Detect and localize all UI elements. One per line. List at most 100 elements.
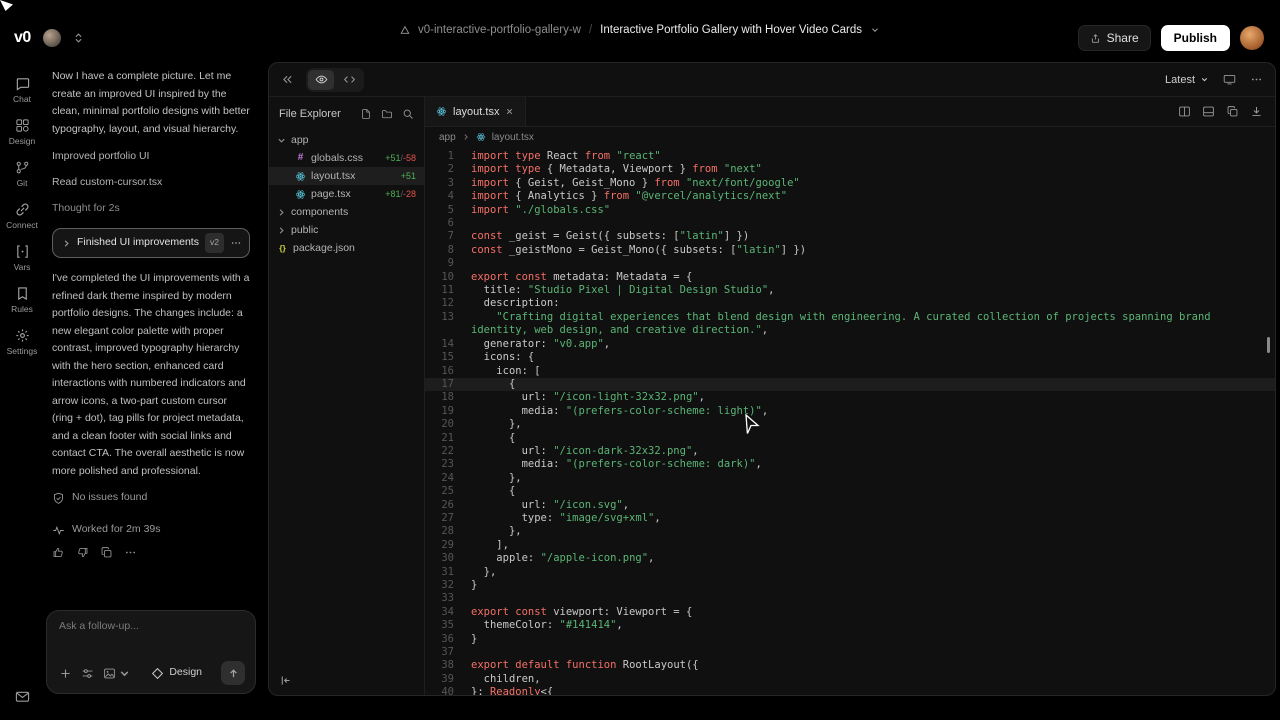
line-content: },	[471, 566, 1275, 579]
rail-item-settings[interactable]: Settings	[2, 324, 42, 360]
line-content: type: "image/svg+xml",	[471, 512, 1275, 525]
split-editor-icon[interactable]	[1178, 105, 1191, 118]
line-content: themeColor: "#141414",	[471, 619, 1275, 632]
code-view-button[interactable]	[336, 70, 362, 90]
code-line-9: 9	[425, 257, 1275, 270]
chat-step[interactable]: Improved portfolio UI	[52, 144, 250, 170]
line-number: 28	[425, 525, 471, 538]
design-icon	[15, 118, 30, 133]
tree-folder-app[interactable]: app	[269, 131, 424, 149]
rail-items: Chat Design Git Connect Vars Rules Settings	[2, 72, 42, 360]
workbench-toolbar: Latest	[269, 63, 1275, 97]
tree-folder-public[interactable]: public	[269, 221, 424, 239]
new-folder-icon[interactable]	[381, 108, 393, 120]
code-line-38: 38export default function RootLayout({	[425, 659, 1275, 672]
chevron-down-icon[interactable]	[870, 25, 880, 35]
tree-file-package.json[interactable]: {}package.json	[269, 239, 424, 257]
device-preview-icon[interactable]	[1223, 73, 1236, 86]
share-button[interactable]: Share	[1078, 25, 1151, 51]
download-icon[interactable]	[1250, 105, 1263, 118]
code-area[interactable]: 1import type React from "react"2import t…	[425, 147, 1275, 695]
react-file-icon	[436, 106, 447, 117]
diff-stats: +51	[401, 171, 416, 181]
new-file-icon[interactable]	[360, 108, 372, 120]
task-card-label: Finished UI improvements	[77, 234, 199, 252]
chat-title[interactable]: Interactive Portfolio Gallery with Hover…	[600, 24, 862, 36]
code-line-25: 25 {	[425, 485, 1275, 498]
workspace-switcher-icon[interactable]	[73, 32, 84, 44]
rail-item-rules[interactable]: Rules	[2, 282, 42, 318]
rail-item-git[interactable]: Git	[2, 156, 42, 192]
line-content	[471, 257, 1275, 270]
line-number: 36	[425, 633, 471, 646]
line-content: },	[471, 472, 1275, 485]
v0-logo[interactable]: v0	[14, 29, 31, 47]
line-content: import type { Metadata, Viewport } from …	[471, 163, 1275, 176]
attach-plus-icon[interactable]	[59, 667, 72, 680]
tree-folder-components[interactable]: components	[269, 203, 424, 221]
chat-step[interactable]: Thought for 2s	[52, 196, 250, 222]
line-content: children,	[471, 673, 1275, 686]
project-name[interactable]: v0-interactive-portfolio-gallery-w	[418, 24, 581, 36]
breadcrumb-file[interactable]: layout.tsx	[492, 132, 534, 143]
rail-item-design[interactable]: Design	[2, 114, 42, 150]
collapse-sidebar-icon[interactable]	[279, 674, 292, 687]
code-line-32: 32}	[425, 579, 1275, 592]
code-line-37: 37	[425, 646, 1275, 659]
line-content: const _geistMono = Geist_Mono({ subsets:…	[471, 244, 1275, 257]
line-content: import { Geist, Geist_Mono } from "next/…	[471, 177, 1275, 190]
line-number: 23	[425, 458, 471, 471]
rail-item-connect[interactable]: Connect	[2, 198, 42, 234]
chevron-right-icon	[277, 226, 286, 235]
followup-input[interactable]	[59, 620, 245, 632]
rail-item-chat[interactable]: Chat	[2, 72, 42, 108]
thumbs-down-icon[interactable]	[76, 546, 89, 559]
search-icon[interactable]	[402, 108, 414, 120]
image-attach-icon[interactable]	[103, 667, 131, 680]
chat-step[interactable]: Read custom-cursor.tsx	[52, 170, 250, 196]
preview-eye-button[interactable]	[308, 70, 334, 90]
line-number: 17	[425, 378, 471, 391]
task-more-icon[interactable]	[230, 237, 242, 249]
close-tab-icon[interactable]	[505, 107, 514, 116]
user-avatar[interactable]	[1240, 26, 1264, 50]
code-line-13: 13 "Crafting digital experiences that bl…	[425, 311, 1275, 338]
tab-layout-tsx[interactable]: layout.tsx	[425, 97, 526, 126]
panel-more-icon[interactable]	[1250, 73, 1263, 86]
settings-sliders-icon[interactable]	[81, 667, 94, 680]
code-line-7: 7const _geist = Geist({ subsets: ["latin…	[425, 230, 1275, 243]
line-content: {	[471, 378, 1275, 391]
more-actions-icon[interactable]	[124, 546, 137, 559]
line-content: generator: "v0.app",	[471, 338, 1275, 351]
tree-file-globals.css[interactable]: #globals.css+51/-58	[269, 149, 424, 167]
line-number: 35	[425, 619, 471, 632]
line-number: 27	[425, 512, 471, 525]
tree-file-page.tsx[interactable]: page.tsx+81/-28	[269, 185, 424, 203]
workspace-avatar[interactable]	[43, 29, 61, 47]
design-mode-button[interactable]: Design	[151, 664, 202, 682]
thumbs-up-icon[interactable]	[52, 546, 65, 559]
connect-icon	[15, 202, 30, 217]
rail-item-vars[interactable]: Vars	[2, 240, 42, 276]
breadcrumb-folder[interactable]: app	[439, 132, 456, 143]
send-button[interactable]	[221, 661, 245, 685]
copy-file-icon[interactable]	[1226, 105, 1239, 118]
chevrons-left-icon[interactable]	[281, 73, 294, 86]
rules-icon	[15, 286, 30, 301]
chevron-right-icon	[277, 208, 286, 217]
breadcrumb-separator: /	[589, 24, 592, 36]
copy-icon[interactable]	[100, 546, 113, 559]
tree-file-layout.tsx[interactable]: layout.tsx+51	[269, 167, 424, 185]
version-selector[interactable]: Latest	[1165, 74, 1209, 86]
scrollbar-thumb[interactable]	[1267, 337, 1270, 353]
feedback-mail-icon[interactable]	[15, 689, 30, 704]
line-content: import "./globals.css"	[471, 204, 1275, 217]
line-content: ],	[471, 539, 1275, 552]
publish-button[interactable]: Publish	[1161, 25, 1230, 51]
panel-layout-icon[interactable]	[1202, 105, 1215, 118]
activity-icon	[52, 524, 65, 537]
code-line-11: 11 title: "Studio Pixel | Digital Design…	[425, 284, 1275, 297]
status-no-issues: No issues found	[52, 484, 250, 512]
code-line-14: 14 generator: "v0.app",	[425, 338, 1275, 351]
task-card-finished-ui-improvements[interactable]: Finished UI improvements v2	[52, 228, 250, 258]
